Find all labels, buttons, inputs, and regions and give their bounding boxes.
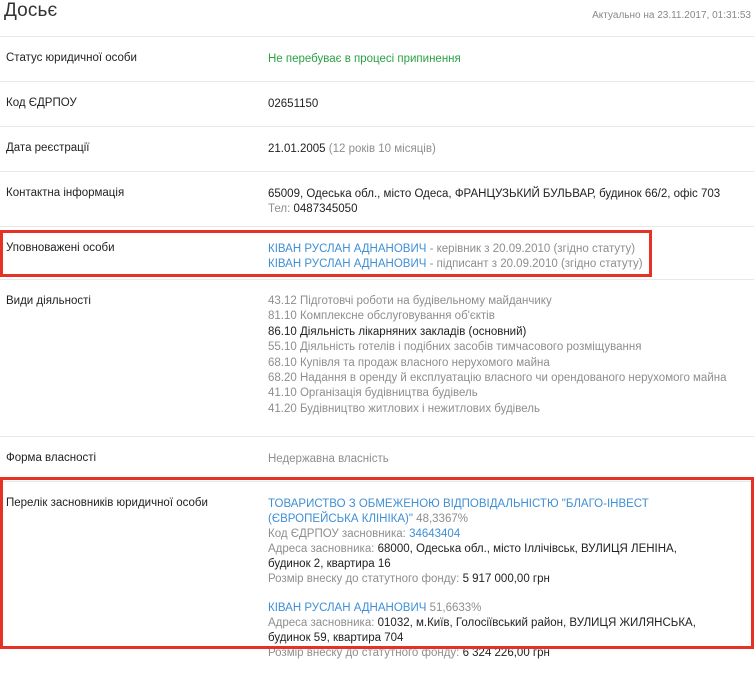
authorized-person: КІВАН РУСЛАН АДНАНОВИЧ - підписант з 20.… [268,257,748,272]
founder-fund-label: Розмір внеску до статутного фонду: [268,573,460,585]
founder-share: 48,3367% [416,513,468,525]
activity-item: 55.10 Діяльність готелів і подібних засо… [268,341,642,354]
authorized-label: Уповноважені особи [6,242,115,254]
row-status: Статус юридичної особи Не перебуває в пр… [0,36,754,81]
authorized-person-link[interactable]: КІВАН РУСЛАН АДНАНОВИЧ [268,243,426,255]
activity-item-main: 86.10 Діяльність лікарняних закладів (ос… [268,325,527,338]
activity-item: 68.10 Купівля та продаж власного нерухом… [268,356,550,369]
status-label: Статус юридичної особи [6,52,137,64]
activity-item: 41.10 Організація будівництва будівель [268,387,478,400]
registration-date-label: Дата реєстрації [6,142,90,154]
edrpou-value: 02651150 [268,98,319,110]
row-contact: Контактна інформація 65009, Одеська обл.… [0,171,754,226]
edrpou-label: Код ЄДРПОУ [6,97,77,109]
registration-date-value: 21.01.2005 [268,143,326,155]
phone-label: Тел: [268,203,291,215]
ownership-value: Недержавна власність [268,453,389,465]
activities-label: Види діяльності [6,295,91,307]
row-ownership: Форма власності Недержавна власність [0,436,754,481]
founder-code-link[interactable]: 34643404 [409,528,460,540]
founder-name-link[interactable]: КІВАН РУСЛАН АДНАНОВИЧ [268,602,426,614]
status-value: Не перебуває в процесі припинення [268,53,461,65]
activity-item: 68.20 Надання в оренду й експлуатацію вл… [268,372,727,385]
row-edrpou: Код ЄДРПОУ 02651150 [0,81,754,126]
founders-label: Перелік засновників юридичної особи [6,497,208,509]
founder-entry: ТОВАРИСТВО З ОБМЕЖЕНОЮ ВІДПОВІДАЛЬНІСТЮ … [268,497,714,587]
founder-fund: 5 917 000,00 грн [462,573,550,585]
founder-share: 51,6633% [429,602,482,614]
updated-timestamp: Актуально на 23.11.2017, 01:31:53 [592,10,751,21]
row-founders: Перелік засновників юридичної особи ТОВА… [0,481,754,662]
authorized-person-link[interactable]: КІВАН РУСЛАН АДНАНОВИЧ [268,258,426,270]
activity-item: 81.10 Комплексне обслуговування об'єктів [268,310,495,323]
founder-code-label: Код ЄДРПОУ засновника: [268,528,406,540]
contact-label: Контактна інформація [6,187,125,199]
row-activities: Види діяльності 43.12 Підготовчі роботи … [0,279,754,436]
authorized-person: КІВАН РУСЛАН АДНАНОВИЧ - керівник з 20.0… [268,242,748,257]
activity-item: 41.20 Будівництво житлових і нежитлових … [268,402,540,415]
activity-item: 43.12 Підготовчі роботи на будівельному … [268,295,552,307]
page-header: Досьє Актуально на 23.11.2017, 01:31:53 [0,0,754,36]
founder-address-label: Адреса засновника: [268,543,375,555]
contact-address: 65009, Одеська обл., місто Одеса, ФРАНЦУ… [268,188,721,200]
row-authorized-persons: Уповноважені особи КІВАН РУСЛАН АДНАНОВИ… [0,226,754,279]
founder-address-label: Адреса засновника: [268,617,375,629]
authorized-person-role: - керівник з 20.09.2010 (згідно статуту) [429,243,636,255]
row-registration-date: Дата реєстрації 21.01.2005 (12 років 10 … [0,126,754,171]
authorized-person-role: - підписант з 20.09.2010 (згідно статуту… [429,258,643,270]
page-title: Досьє [4,0,58,21]
registration-age: (12 років 10 місяців) [328,143,436,155]
founder-entry: КІВАН РУСЛАН АДНАНОВИЧ 51,6633% Адреса з… [268,601,714,661]
ownership-label: Форма власності [6,452,97,464]
phone-value: 0487345050 [293,203,358,215]
